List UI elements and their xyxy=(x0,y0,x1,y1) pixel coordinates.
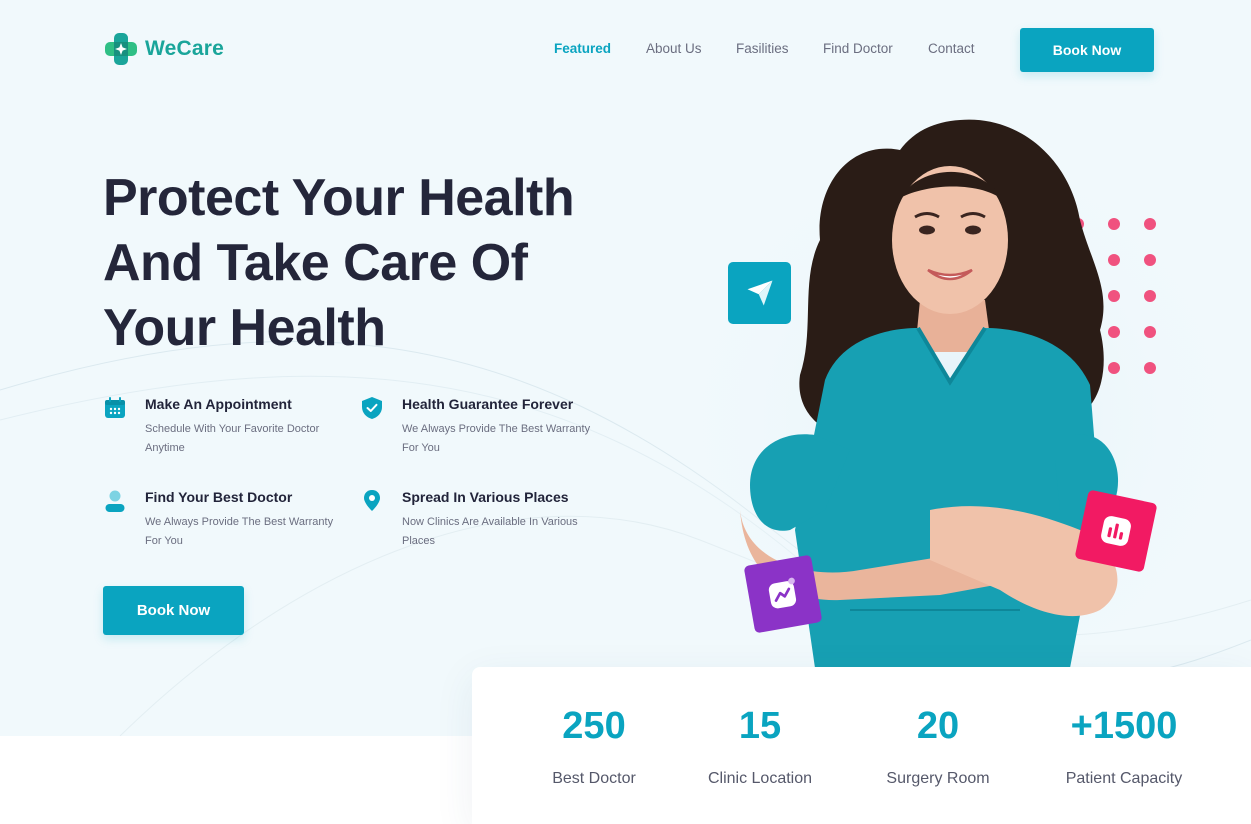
stat-value: 250 xyxy=(562,705,626,747)
feature-title: Find Your Best Doctor xyxy=(145,489,293,505)
feature-description: Now Clinics Are Available In Various Pla… xyxy=(402,516,578,547)
stat-surgery-room: 20 Surgery Room xyxy=(848,705,1028,788)
calendar-icon xyxy=(103,396,127,420)
headline-line-3: Your Health xyxy=(103,299,386,357)
hero-headline: Protect Your Health And Take Care Of You… xyxy=(103,166,623,361)
trend-chart-icon xyxy=(743,554,823,634)
stat-value: 20 xyxy=(916,705,960,747)
location-pin-icon xyxy=(360,489,384,513)
stats-panel: 250 Best Doctor 15 Clinic Location 20 Su… xyxy=(472,667,1251,824)
feature-description: We Always Provide The Best Warranty For … xyxy=(402,423,591,454)
paper-plane-icon xyxy=(728,262,791,324)
feature-title: Spread In Various Places xyxy=(402,489,569,505)
headline-line-1: Protect Your Health xyxy=(103,169,575,227)
feature-title: Health Guarantee Forever xyxy=(402,396,574,412)
bar-chart-icon xyxy=(1074,489,1158,573)
user-icon xyxy=(103,489,127,513)
stat-label: Best Doctor xyxy=(552,770,636,787)
stat-label: Patient Capacity xyxy=(1065,770,1183,787)
stat-label: Clinic Location xyxy=(707,770,813,787)
headline-line-2: And Take Care Of xyxy=(103,234,528,292)
feature-description: Schedule With Your Favorite Doctor Anyti… xyxy=(145,423,320,454)
header-book-now-button[interactable]: Book Now xyxy=(1020,28,1154,72)
stat-label: Surgery Room xyxy=(886,770,990,787)
stat-clinic-location: 15 Clinic Location xyxy=(670,705,850,788)
nav-item-featured[interactable]: Featured xyxy=(554,41,611,56)
nav-item-fasilities[interactable]: Fasilities xyxy=(736,41,789,56)
nav-item-find-doctor[interactable]: Find Doctor xyxy=(823,41,893,56)
feature-title: Make An Appointment xyxy=(145,396,292,412)
stat-patient-capacity: +1500 Patient Capacity xyxy=(1034,705,1214,788)
hero-book-now-button[interactable]: Book Now xyxy=(103,586,244,635)
shield-check-icon xyxy=(360,396,384,420)
feature-description: We Always Provide The Best Warranty For … xyxy=(145,516,334,547)
stat-best-doctor: 250 Best Doctor xyxy=(504,705,684,788)
doctor-photo xyxy=(660,119,1251,668)
stat-value: +1500 xyxy=(1070,705,1178,747)
stat-value: 15 xyxy=(738,705,782,747)
nav-item-about-us[interactable]: About Us xyxy=(646,41,702,56)
nav-item-contact[interactable]: Contact xyxy=(928,41,975,56)
